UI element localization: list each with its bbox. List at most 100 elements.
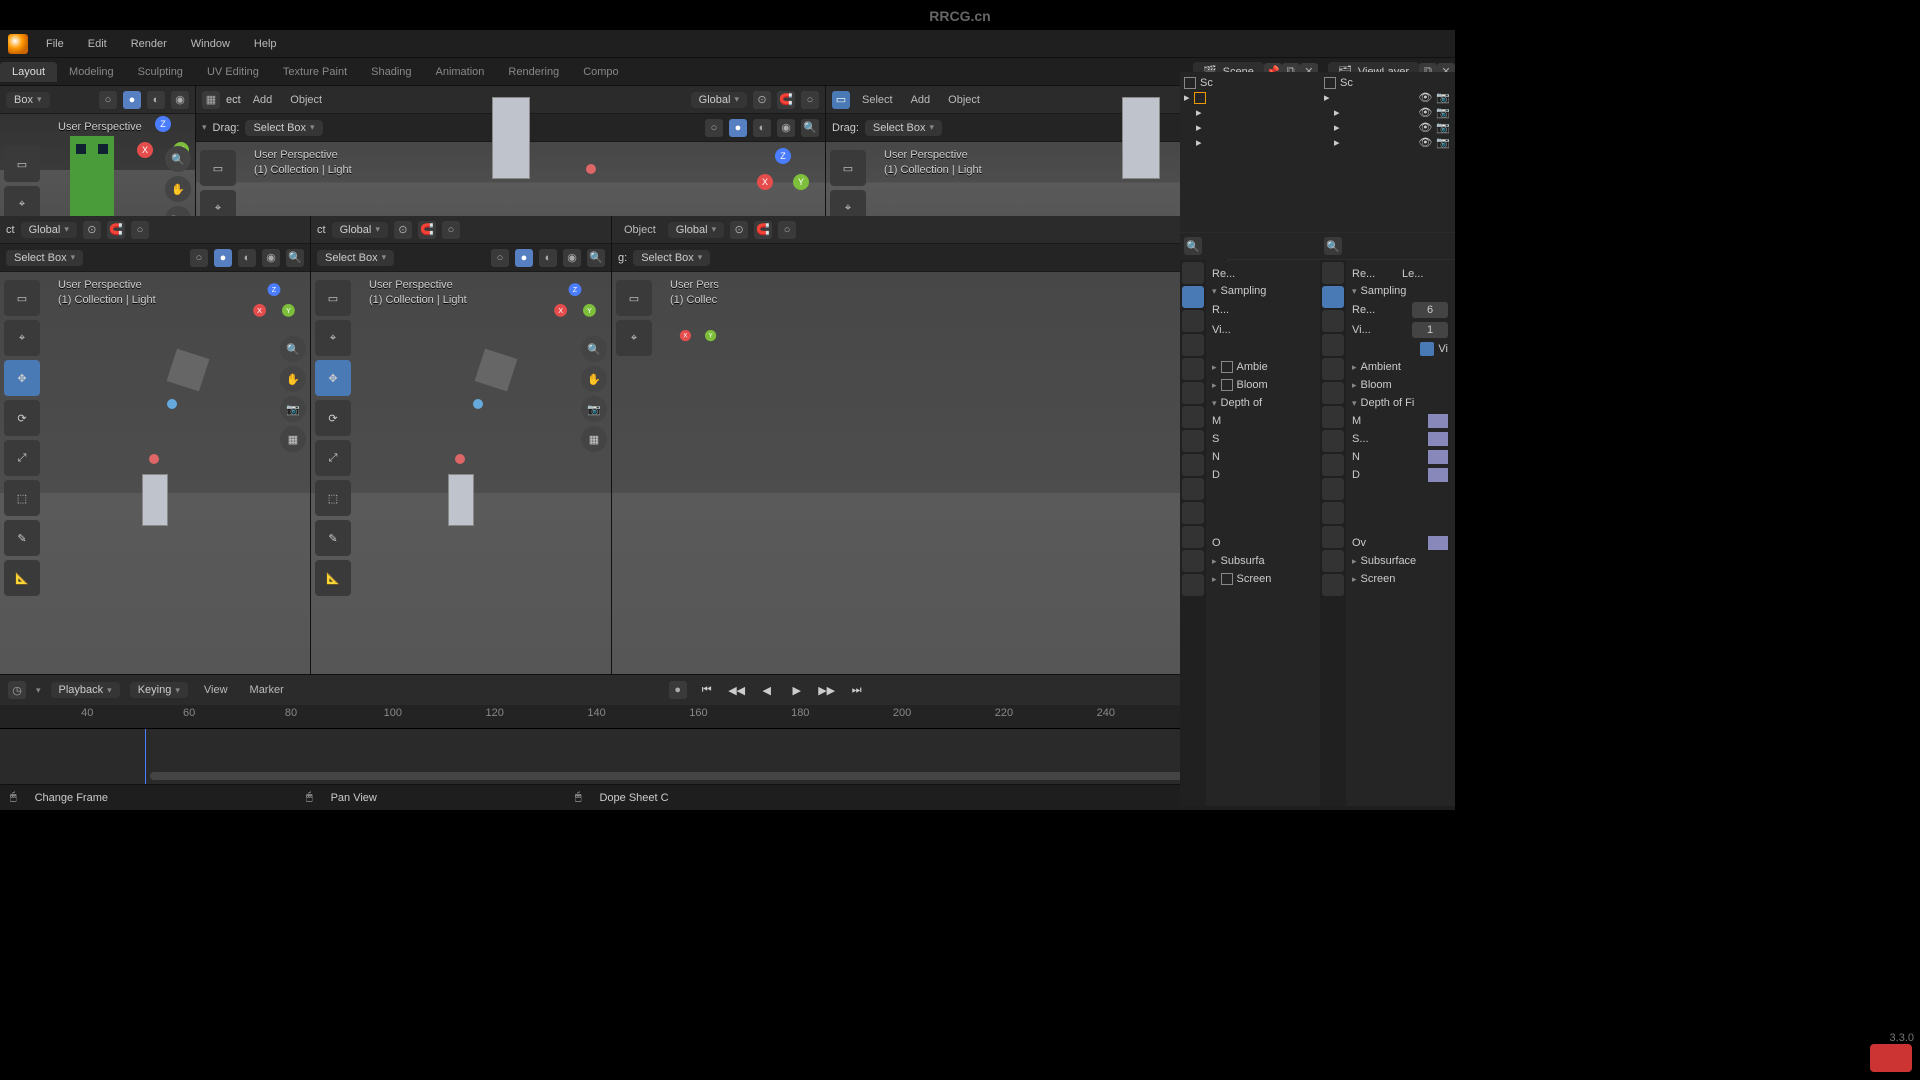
- vp3-dragmode[interactable]: Select Box▾: [865, 120, 942, 136]
- vp5-mat-icon[interactable]: ◐: [539, 249, 557, 267]
- s2-ambient[interactable]: Ambient: [1361, 361, 1401, 373]
- vp6-tool-sel[interactable]: ▭: [616, 280, 652, 316]
- vp3-tool-cursor[interactable]: ⌖: [830, 190, 866, 216]
- ol2-r2-icon[interactable]: 📷: [1436, 106, 1450, 119]
- outliner-scene[interactable]: Sc: [1200, 77, 1213, 89]
- vp1-camera-icon[interactable]: 📷: [165, 206, 191, 216]
- vp4-tool-meas[interactable]: 📐: [4, 560, 40, 596]
- p2-world-icon[interactable]: [1322, 382, 1344, 404]
- vp5-dragmode[interactable]: Select Box▾: [317, 250, 394, 266]
- vp4-prop-icon[interactable]: ○: [131, 221, 149, 239]
- vp5-pivot-icon[interactable]: ⊙: [394, 221, 412, 239]
- vp5-hand-icon[interactable]: ✋: [581, 366, 607, 392]
- vp4-grid-icon[interactable]: ▦: [280, 426, 306, 452]
- ptab-render-icon[interactable]: [1182, 286, 1204, 308]
- r2-viv[interactable]: 1: [1412, 322, 1448, 338]
- ol2-eye2-icon[interactable]: 👁: [1418, 106, 1432, 119]
- vp5-tool-xform[interactable]: ⬚: [315, 480, 351, 516]
- vp4-snap-icon[interactable]: 🧲: [107, 221, 125, 239]
- vp1-wire-icon[interactable]: ○: [99, 91, 117, 109]
- ptab-tool-icon[interactable]: [1182, 262, 1204, 284]
- vp5-orientation[interactable]: Global▾: [332, 222, 388, 238]
- props2-search-icon[interactable]: 🔍: [1324, 237, 1342, 255]
- tool-selectbox[interactable]: ▭: [4, 146, 40, 182]
- ptab-constraint-icon[interactable]: [1182, 502, 1204, 524]
- outliner-2[interactable]: Sc ▸👁📷 ▸👁📷 ▸👁📷 ▸👁📷: [1320, 72, 1454, 232]
- menu-render[interactable]: Render: [125, 36, 173, 52]
- ol2-r-icon[interactable]: 📷: [1436, 91, 1450, 104]
- p2-vl-icon[interactable]: [1322, 334, 1344, 356]
- vp3-object[interactable]: Object: [942, 92, 986, 108]
- r2-chk[interactable]: [1420, 342, 1434, 356]
- vp5-mode[interactable]: ct: [317, 224, 326, 236]
- p2-scene-icon[interactable]: [1322, 358, 1344, 380]
- vp1-render-icon[interactable]: ◉: [171, 91, 189, 109]
- vp6-snap-icon[interactable]: 🧲: [754, 221, 772, 239]
- vp5-rend-icon[interactable]: ◉: [563, 249, 581, 267]
- vp5-snap-icon[interactable]: 🧲: [418, 221, 436, 239]
- tl-view[interactable]: View: [198, 682, 234, 698]
- tab-texturepaint[interactable]: Texture Paint: [271, 62, 359, 82]
- vp3-add[interactable]: Add: [905, 92, 937, 108]
- vp6-prop-icon[interactable]: ○: [778, 221, 796, 239]
- tab-layout[interactable]: Layout: [0, 62, 57, 82]
- p2-output-icon[interactable]: [1322, 310, 1344, 332]
- ptab-modifier-icon[interactable]: [1182, 430, 1204, 452]
- ol2-r4-icon[interactable]: 📷: [1436, 136, 1450, 149]
- vp2-search-icon[interactable]: 🔍: [801, 119, 819, 137]
- p2-cons-icon[interactable]: [1322, 502, 1344, 524]
- vp1-box-mode[interactable]: Box▾: [6, 92, 50, 108]
- d2-mv[interactable]: [1428, 414, 1448, 428]
- vp2-editor-icon[interactable]: ▦: [202, 91, 220, 109]
- vp3-tool-select[interactable]: ▭: [830, 150, 866, 186]
- vp5-tool-cur[interactable]: ⌖: [315, 320, 351, 356]
- sect-screen[interactable]: Screen: [1237, 573, 1272, 585]
- tab-animation[interactable]: Animation: [424, 62, 497, 82]
- sect-bloom[interactable]: Bloom: [1237, 379, 1268, 391]
- ptab-output-icon[interactable]: [1182, 310, 1204, 332]
- tab-rendering[interactable]: Rendering: [496, 62, 571, 82]
- sect-sampling[interactable]: Sampling: [1221, 285, 1267, 297]
- vp2-snap-icon[interactable]: 🧲: [777, 91, 795, 109]
- tl-autokey-icon[interactable]: ●: [669, 681, 687, 699]
- ptab-material-icon[interactable]: [1182, 550, 1204, 572]
- app-logo-icon[interactable]: [8, 34, 28, 54]
- vp6-pivot-icon[interactable]: ⊙: [730, 221, 748, 239]
- p2-phys-icon[interactable]: [1322, 478, 1344, 500]
- vp3-select-icon[interactable]: ▭: [832, 91, 850, 109]
- viewport-1[interactable]: Box▾ ○ ● ◐ ◉ User Perspective ZXY ▭ ⌖ ✥ …: [0, 86, 195, 216]
- vp4-solid-icon[interactable]: ●: [214, 249, 232, 267]
- vp5-tool-meas[interactable]: 📐: [315, 560, 351, 596]
- vp5-tool-move[interactable]: ✥: [315, 360, 351, 396]
- sect-ambient[interactable]: Ambie: [1237, 361, 1268, 373]
- vp6-dragmode[interactable]: Select Box▾: [633, 250, 710, 266]
- vp5-cam-icon[interactable]: 📷: [581, 396, 607, 422]
- tab-modeling[interactable]: Modeling: [57, 62, 126, 82]
- vp5-grid-icon[interactable]: ▦: [581, 426, 607, 452]
- vp4-rend-icon[interactable]: ◉: [262, 249, 280, 267]
- outliner2-scene[interactable]: Sc: [1340, 77, 1353, 89]
- vp4-tool-xform[interactable]: ⬚: [4, 480, 40, 516]
- vp5-solid-icon[interactable]: ●: [515, 249, 533, 267]
- viewport-5[interactable]: ct Global▾ ⊙ 🧲 ○ Select Box▾ ○ ● ◐ ◉ 🔍 U…: [311, 216, 611, 674]
- r2-rev[interactable]: 6: [1412, 302, 1448, 318]
- s2-screen[interactable]: Screen: [1361, 573, 1396, 585]
- vp5-tool-anno[interactable]: ✎: [315, 520, 351, 556]
- vp6-object[interactable]: Object: [618, 222, 662, 238]
- tl-playback[interactable]: Playback▾: [51, 682, 120, 698]
- tl-keying[interactable]: Keying▾: [130, 682, 188, 698]
- menu-window[interactable]: Window: [185, 36, 236, 52]
- viewport-4[interactable]: ct Global▾ ⊙ 🧲 ○ Select Box▾ ○ ● ◐ ◉ 🔍 U…: [0, 216, 310, 674]
- vp4-search-icon[interactable]: 🔍: [286, 249, 304, 267]
- ol2-r3-icon[interactable]: 📷: [1436, 121, 1450, 134]
- tl-jumpstart-icon[interactable]: ⏮: [697, 680, 717, 700]
- vp5-search-icon[interactable]: 🔍: [587, 249, 605, 267]
- vp1-solid-icon[interactable]: ●: [123, 91, 141, 109]
- p2-tex-icon[interactable]: [1322, 574, 1344, 596]
- ptab-object-icon[interactable]: [1182, 406, 1204, 428]
- vp4-wire-icon[interactable]: ○: [190, 249, 208, 267]
- e2-le[interactable]: Le...: [1402, 268, 1448, 280]
- vp2-mode[interactable]: ect: [226, 94, 241, 106]
- s2-dof[interactable]: Depth of Fi: [1361, 397, 1415, 409]
- vp1-matprev-icon[interactable]: ◐: [147, 91, 165, 109]
